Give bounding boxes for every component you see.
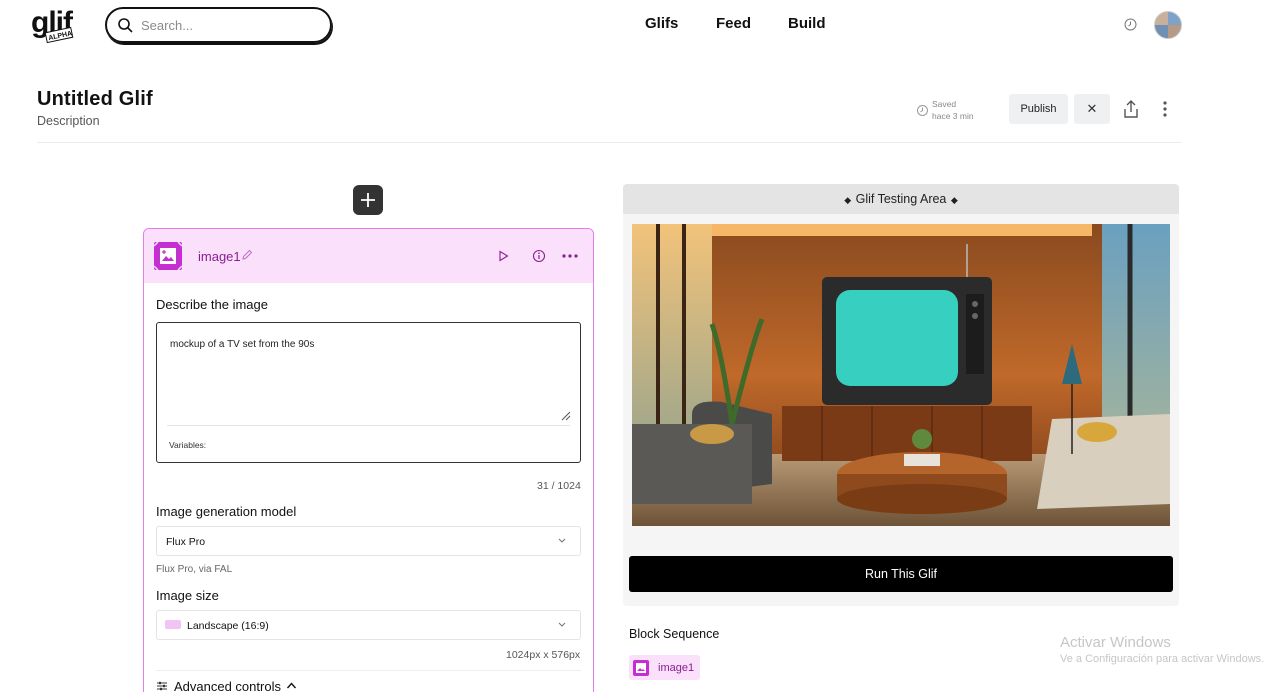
saved-time: hace 3 min: [932, 111, 974, 121]
saved-status: Saved hace 3 min: [916, 98, 974, 122]
search-input[interactable]: [141, 17, 311, 33]
generated-image-preview[interactable]: [632, 224, 1170, 526]
edit-pencil-icon[interactable]: [241, 249, 253, 261]
variables-label: Variables:: [169, 440, 207, 450]
testing-title: Glif Testing Area: [855, 192, 947, 206]
search-bar[interactable]: [105, 7, 332, 43]
testing-header: ◆ Glif Testing Area ◆: [623, 184, 1179, 214]
nav-feed[interactable]: Feed: [716, 15, 751, 32]
chevron-up-icon[interactable]: [286, 682, 297, 689]
activation-watermark-subtitle: Ve a Configuración para activar Windows.: [1060, 653, 1265, 665]
size-label: Image size: [156, 588, 219, 603]
glif-description[interactable]: Description: [37, 114, 100, 128]
describe-label: Describe the image: [156, 297, 268, 312]
size-dimensions: 1024px x 576px: [506, 649, 581, 661]
prompt-text[interactable]: mockup of a TV set from the 90s: [170, 339, 314, 350]
model-label: Image generation model: [156, 504, 297, 519]
prompt-divider: [167, 425, 570, 426]
more-horizontal-icon[interactable]: [562, 254, 578, 258]
play-icon[interactable]: [498, 250, 509, 262]
glif-title[interactable]: Untitled Glif: [37, 88, 153, 111]
info-icon[interactable]: [532, 249, 546, 263]
resize-handle-icon[interactable]: [560, 410, 571, 421]
aspect-swatch-icon: [165, 620, 181, 629]
image-block-icon: [633, 659, 649, 676]
chevron-down-icon: [558, 538, 566, 543]
publish-button[interactable]: Publish: [1009, 94, 1068, 124]
model-hint: Flux Pro, via FAL: [156, 564, 233, 575]
nav-build[interactable]: Build: [788, 15, 826, 32]
block-sequence-title: Block Sequence: [629, 627, 720, 641]
sequence-item-label: image1: [658, 661, 695, 674]
sparkle-icon: ◆: [950, 195, 958, 205]
advanced-controls-toggle[interactable]: Advanced controls: [174, 679, 281, 692]
top-navbar: glif ALPHA Glifs Feed Build: [0, 0, 1280, 50]
model-select[interactable]: Flux Pro: [156, 526, 581, 556]
block-header: image1: [144, 229, 593, 283]
char-count: 31 / 1024: [537, 480, 581, 492]
testing-panel: ◆ Glif Testing Area ◆ Run This Glif: [623, 184, 1179, 606]
plus-icon: [361, 192, 375, 207]
header-divider: [37, 142, 1182, 143]
search-icon: [118, 18, 133, 33]
glif-logo[interactable]: glif ALPHA: [30, 6, 94, 44]
activation-watermark-title: Activar Windows: [1060, 634, 1171, 651]
clock-icon[interactable]: [1123, 17, 1138, 32]
user-avatar[interactable]: [1154, 11, 1182, 39]
size-select[interactable]: Landscape (16:9): [156, 610, 581, 640]
saved-label: Saved: [932, 99, 957, 109]
run-glif-button[interactable]: Run This Glif: [629, 556, 1173, 592]
block-name[interactable]: image1: [198, 249, 241, 264]
image-block-icon: [153, 241, 183, 271]
close-button[interactable]: ✕: [1074, 94, 1110, 124]
add-block-button[interactable]: [353, 185, 383, 215]
advanced-divider: [156, 670, 581, 671]
model-value: Flux Pro: [166, 536, 206, 548]
image-block-card: image1 Describe the image mockup of a TV…: [143, 228, 594, 692]
chevron-down-icon: [558, 622, 566, 627]
sparkle-icon: ◆: [844, 195, 852, 205]
sequence-item[interactable]: image1: [629, 655, 701, 680]
share-icon[interactable]: [1122, 99, 1140, 119]
sliders-icon[interactable]: [156, 680, 168, 692]
clock-icon: [917, 104, 928, 116]
prompt-textarea[interactable]: mockup of a TV set from the 90s Variable…: [156, 322, 581, 463]
size-value: Landscape (16:9): [187, 620, 269, 632]
more-options-icon[interactable]: [1157, 99, 1173, 119]
nav-glifs[interactable]: Glifs: [645, 15, 678, 32]
